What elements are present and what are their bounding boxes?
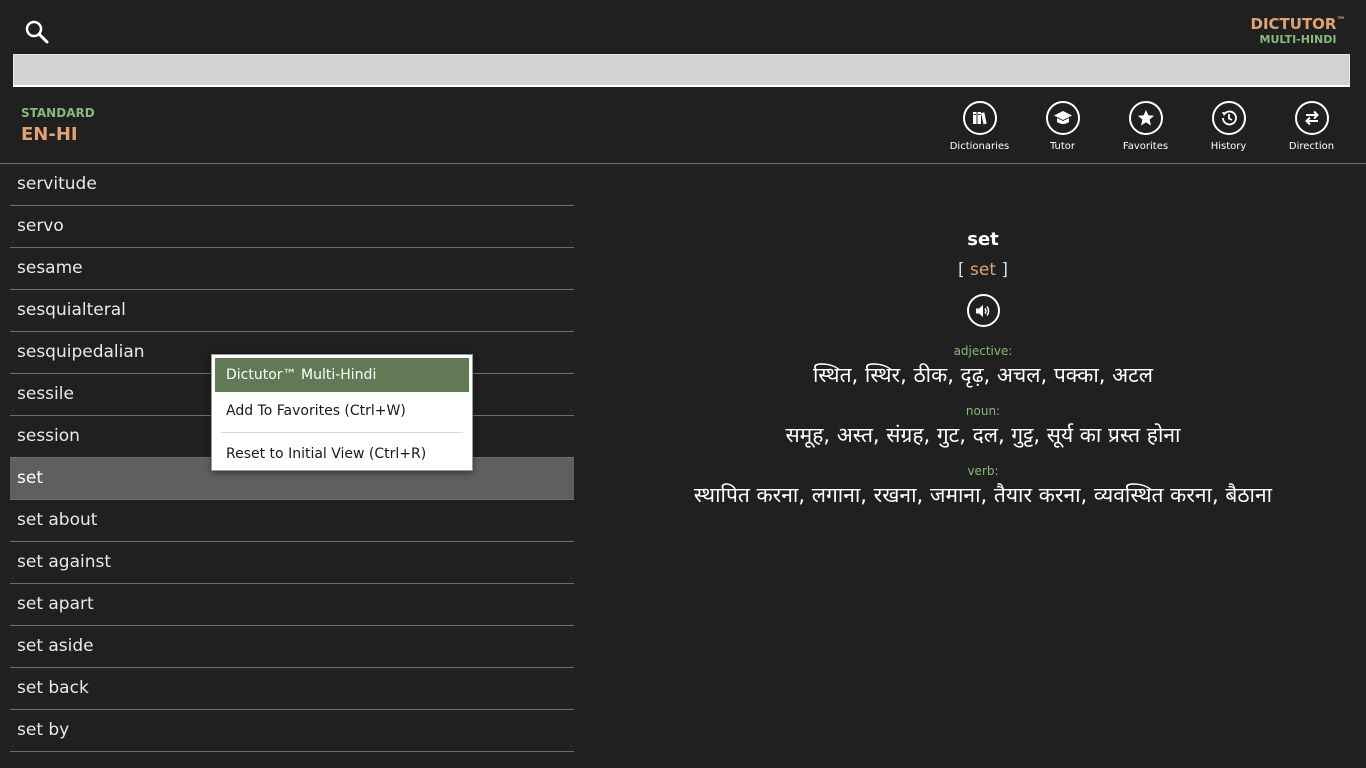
graduation-cap-icon	[1045, 101, 1080, 135]
entry-panel: set [ set ] adjective: स्थित, स्थिर, ठीक…	[600, 226, 1366, 511]
favorites-button[interactable]: Favorites	[1104, 101, 1187, 152]
menu-separator	[221, 432, 463, 433]
speaker-icon[interactable]	[966, 294, 1000, 327]
tutor-button[interactable]: Tutor	[1021, 101, 1104, 152]
pron-bracket-open: [	[957, 260, 965, 280]
translation: समूह, अस्त, संग्रह, गुट, दल, गुट्ट, सूर्…	[785, 423, 1181, 447]
dictionary-mode: STANDARD EN-HI	[21, 106, 95, 147]
part-of-speech: noun:	[965, 404, 1001, 418]
brand-subtitle: MULTI-HINDI	[1259, 33, 1337, 46]
toolbar-label: Favorites	[1122, 141, 1169, 152]
list-item[interactable]: set by	[10, 710, 574, 752]
star-icon	[1128, 101, 1163, 135]
toolbar-label: Direction	[1288, 141, 1335, 152]
part-of-speech: verb:	[967, 464, 999, 478]
history-clock-icon	[1211, 101, 1246, 135]
menu-item-reset-view[interactable]: Reset to Initial View (Ctrl+R)	[215, 435, 469, 473]
list-item[interactable]: sesquialteral	[10, 290, 574, 332]
list-item[interactable]: set back	[10, 668, 574, 710]
part-of-speech: adjective:	[953, 344, 1013, 358]
pronunciation: [ set ]	[600, 258, 1366, 282]
language-pair: EN-HI	[21, 124, 78, 145]
mode-label: STANDARD	[21, 106, 95, 120]
list-item[interactable]: set apart	[10, 584, 574, 626]
toolbar-label: History	[1210, 141, 1247, 152]
search-input[interactable]	[13, 54, 1350, 87]
toolbar-label: Tutor	[1049, 141, 1076, 152]
search-icon[interactable]	[22, 17, 52, 47]
list-item[interactable]: set aside	[10, 626, 574, 668]
pronunciation-text: set	[970, 260, 996, 280]
list-item[interactable]: set against	[10, 542, 574, 584]
list-item[interactable]: servo	[10, 206, 574, 248]
menu-item-dictutor[interactable]: Dictutor™ Multi-Hindi	[215, 358, 469, 392]
headword: set	[967, 229, 999, 250]
brand-title: DICTUTOR™	[1250, 15, 1346, 33]
books-icon	[962, 101, 997, 135]
translation: स्थापित करना, लगाना, रखना, जमाना, तैयार …	[693, 483, 1273, 507]
direction-button[interactable]: Direction	[1270, 101, 1353, 152]
app-brand: DICTUTOR™ MULTI-HINDI	[1248, 12, 1348, 47]
toolbar-label: Dictionaries	[949, 141, 1010, 152]
context-menu: Dictutor™ Multi-Hindi Add To Favorites (…	[211, 354, 473, 471]
menu-item-add-favorites[interactable]: Add To Favorites (Ctrl+W)	[215, 392, 469, 430]
pron-bracket-close: ]	[1001, 260, 1009, 280]
list-item[interactable]: sesame	[10, 248, 574, 290]
toolbar: Dictionaries Tutor Favorites History Dir…	[938, 101, 1353, 152]
translation: स्थित, स्थिर, ठीक, दृढ़, अचल, पक्का, अटल	[812, 363, 1154, 387]
dictionaries-button[interactable]: Dictionaries	[938, 101, 1021, 152]
swap-arrows-icon	[1294, 101, 1329, 135]
list-item[interactable]: set about	[10, 500, 574, 542]
list-item[interactable]: servitude	[10, 164, 574, 206]
history-button[interactable]: History	[1187, 101, 1270, 152]
